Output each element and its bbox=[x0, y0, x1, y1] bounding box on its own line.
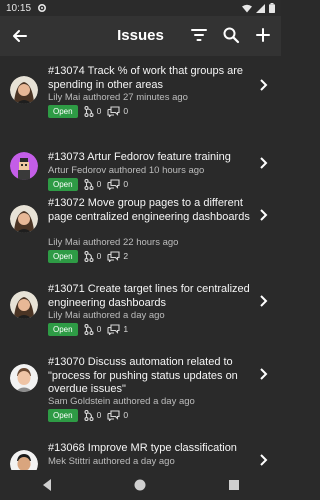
issue-author-line: Lily Mai authored 27 minutes ago bbox=[48, 92, 188, 103]
issue-title: #13072 Move group pages to a different p… bbox=[48, 197, 250, 223]
issue-list-item[interactable]: #13070 Discuss automation related to "pr… bbox=[0, 353, 281, 439]
add-icon[interactable] bbox=[253, 25, 273, 45]
merge-request-icon bbox=[84, 178, 94, 190]
wifi-icon bbox=[242, 4, 252, 12]
comment-count-value: 2 bbox=[123, 251, 129, 261]
signal-icon bbox=[256, 3, 265, 13]
nav-recents-icon[interactable] bbox=[227, 478, 241, 492]
status-badge: Open bbox=[48, 104, 78, 118]
avatar bbox=[10, 205, 38, 233]
avatar bbox=[10, 291, 38, 319]
issue-title: #13074 Track % of work that groups are s… bbox=[48, 65, 244, 91]
filter-icon[interactable] bbox=[189, 25, 209, 45]
merge-request-count: 0 bbox=[84, 178, 102, 190]
merge-request-count: 0 bbox=[84, 323, 102, 335]
issue-title: #13070 Discuss automation related to "pr… bbox=[48, 356, 238, 395]
issue-badges: Open 0 0 bbox=[48, 104, 128, 118]
issue-list-item[interactable]: #13068 Improve MR type classification Me… bbox=[0, 439, 281, 470]
comment-count: 2 bbox=[107, 250, 129, 262]
merge-request-count-value: 0 bbox=[96, 106, 102, 116]
issue-list-item[interactable]: #13074 Track % of work that groups are s… bbox=[0, 62, 281, 148]
issue-author-line: Artur Fedorov authored 10 hours ago bbox=[48, 165, 205, 176]
issue-list: #13074 Track % of work that groups are s… bbox=[0, 56, 281, 470]
comment-count: 0 bbox=[107, 178, 129, 190]
merge-request-count-value: 0 bbox=[96, 410, 102, 420]
chevron-right-icon bbox=[260, 157, 268, 169]
comments-icon bbox=[107, 323, 120, 335]
comment-count-value: 0 bbox=[123, 106, 129, 116]
search-icon[interactable] bbox=[221, 25, 241, 45]
settings-gear-icon bbox=[38, 3, 47, 13]
comment-count: 1 bbox=[107, 323, 129, 335]
avatar bbox=[10, 76, 38, 104]
status-badge: Open bbox=[48, 249, 78, 263]
nav-home-icon[interactable] bbox=[133, 478, 147, 492]
issue-title: #13073 Artur Fedorov feature training bbox=[48, 151, 231, 163]
chevron-right-icon bbox=[260, 368, 268, 380]
issue-badges: Open 0 1 bbox=[48, 322, 128, 336]
chevron-right-icon bbox=[260, 209, 268, 221]
comment-count: 0 bbox=[107, 409, 129, 421]
avatar bbox=[10, 152, 38, 180]
status-badge: Open bbox=[48, 177, 78, 191]
merge-request-icon bbox=[84, 250, 94, 262]
issue-author-line: Mek Stittri authored a day ago bbox=[48, 456, 175, 467]
merge-request-count: 0 bbox=[84, 409, 102, 421]
status-time: 10:15 bbox=[6, 2, 32, 14]
issue-badges: Open 0 2 bbox=[48, 249, 128, 263]
merge-request-count-value: 0 bbox=[96, 324, 102, 334]
comments-icon bbox=[107, 409, 120, 421]
app-bar-actions bbox=[189, 25, 273, 45]
chevron-right-icon bbox=[260, 295, 268, 307]
system-navigation-bar bbox=[0, 470, 281, 500]
merge-request-icon bbox=[84, 409, 94, 421]
comment-count: 0 bbox=[107, 105, 129, 117]
comments-icon bbox=[107, 105, 120, 117]
comment-count-value: 0 bbox=[123, 179, 129, 189]
avatar bbox=[10, 450, 38, 470]
app-bar: Issues bbox=[0, 16, 281, 56]
issue-badges: Open 0 0 bbox=[48, 408, 128, 422]
battery-icon bbox=[269, 3, 275, 13]
issue-author-line: Lily Mai authored 22 hours ago bbox=[48, 237, 179, 248]
merge-request-count-value: 0 bbox=[96, 251, 102, 261]
comments-icon bbox=[107, 250, 120, 262]
issue-badges: Open 0 0 bbox=[48, 177, 128, 191]
status-badge: Open bbox=[48, 322, 78, 336]
merge-request-count: 0 bbox=[84, 250, 102, 262]
issue-author-line: Sam Goldstein authored a day ago bbox=[48, 396, 195, 407]
merge-request-count-value: 0 bbox=[96, 179, 102, 189]
nav-back-icon[interactable] bbox=[40, 478, 54, 492]
issue-title: #13071 Create target lines for centraliz… bbox=[48, 283, 250, 309]
comment-count-value: 0 bbox=[123, 410, 129, 420]
merge-request-count: 0 bbox=[84, 105, 102, 117]
status-bar: 10:15 bbox=[0, 0, 281, 16]
status-badge: Open bbox=[48, 408, 78, 422]
merge-request-icon bbox=[84, 105, 94, 117]
chevron-right-icon bbox=[260, 454, 268, 466]
issue-title: #13068 Improve MR type classification bbox=[48, 442, 237, 454]
merge-request-icon bbox=[84, 323, 94, 335]
avatar bbox=[10, 364, 38, 392]
issue-list-item[interactable]: #13072 Move group pages to a different p… bbox=[0, 194, 281, 280]
issue-author-line: Lily Mai authored a day ago bbox=[48, 310, 165, 321]
comments-icon bbox=[107, 178, 120, 190]
comment-count-value: 1 bbox=[123, 324, 129, 334]
chevron-right-icon bbox=[260, 79, 268, 91]
